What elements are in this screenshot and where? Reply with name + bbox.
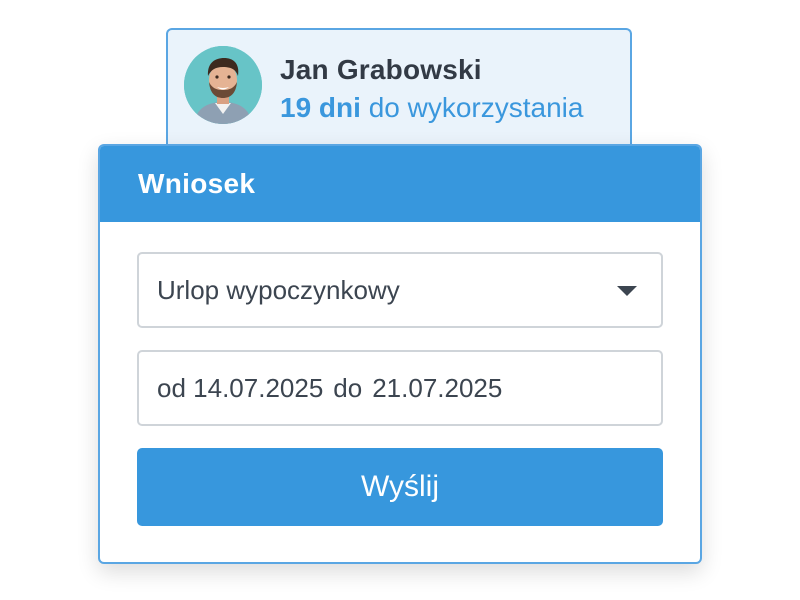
send-button[interactable]: Wyślij [137, 448, 663, 526]
date-from-value: 14.07.2025 [193, 372, 324, 403]
leave-type-value: Urlop wypoczynkowy [157, 274, 400, 305]
user-name: Jan Grabowski [280, 54, 482, 85]
remaining-days-count: 19 dni [280, 92, 361, 123]
user-info: Jan Grabowski 19 dni do wykorzystania [280, 52, 583, 126]
date-to-value: 21.07.2025 [372, 372, 503, 403]
panel-title: Wniosek [138, 168, 256, 199]
remaining-days-label: do wykorzystania [368, 92, 584, 123]
date-from-label: od [157, 372, 186, 403]
remaining-days: 19 dni do wykorzystania [280, 90, 583, 126]
request-panel: Wniosek Urlop wypoczynkowy od 14.07.2025… [98, 144, 702, 564]
user-card: Jan Grabowski 19 dni do wykorzystania [166, 28, 632, 144]
date-range-field[interactable]: od 14.07.2025 do 21.07.2025 [137, 350, 663, 426]
panel-header: Wniosek [100, 146, 700, 222]
person-photo-icon [184, 46, 262, 124]
leave-type-select[interactable]: Urlop wypoczynkowy [137, 252, 663, 328]
avatar [184, 46, 262, 124]
chevron-down-icon[interactable] [617, 286, 637, 296]
date-to-label: do [333, 372, 363, 403]
